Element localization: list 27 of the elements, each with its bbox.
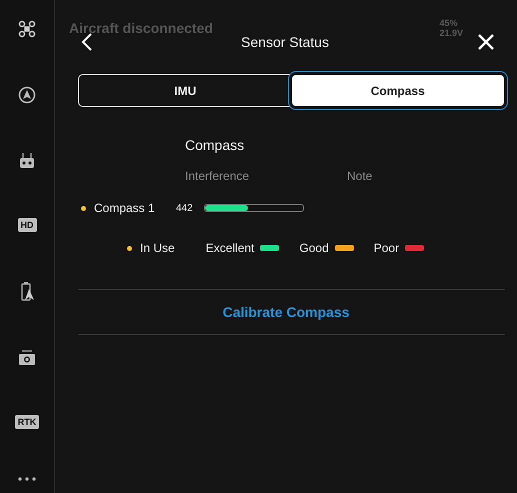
battery-voltage: 21.9V [439,28,463,38]
camera-icon[interactable] [18,348,36,367]
connection-status: Aircraft disconnected [69,20,213,36]
column-header: Note [347,169,374,183]
remote-controller-icon[interactable] [18,152,36,170]
more-icon[interactable] [18,476,36,481]
tab[interactable]: Compass [292,75,504,106]
legend-label: Poor [374,241,400,255]
back-button[interactable] [81,32,93,52]
legend-label: Excellent [206,241,254,255]
navigation-icon[interactable] [18,86,36,104]
battery-percent: 45% [439,18,458,28]
drone-icon[interactable] [18,20,36,38]
close-button[interactable] [477,33,495,51]
sidebar-badge[interactable]: HD [18,218,36,232]
section-title: Compass [185,137,246,153]
calibrate-compass-button[interactable]: Calibrate Compass [222,290,350,334]
sidebar-badge[interactable]: RTK [14,414,40,429]
in-use-dot [127,246,132,250]
dialog-title: Sensor Status [241,34,329,50]
legend-label: In Use [140,241,175,255]
column-header: Interference [185,169,250,183]
legend-label: Good [299,241,329,255]
interference-value: 442 [176,202,194,214]
compass-name: Compass 1 [94,201,156,215]
battery-icon[interactable] [19,280,35,301]
tab[interactable]: IMU [79,75,292,106]
